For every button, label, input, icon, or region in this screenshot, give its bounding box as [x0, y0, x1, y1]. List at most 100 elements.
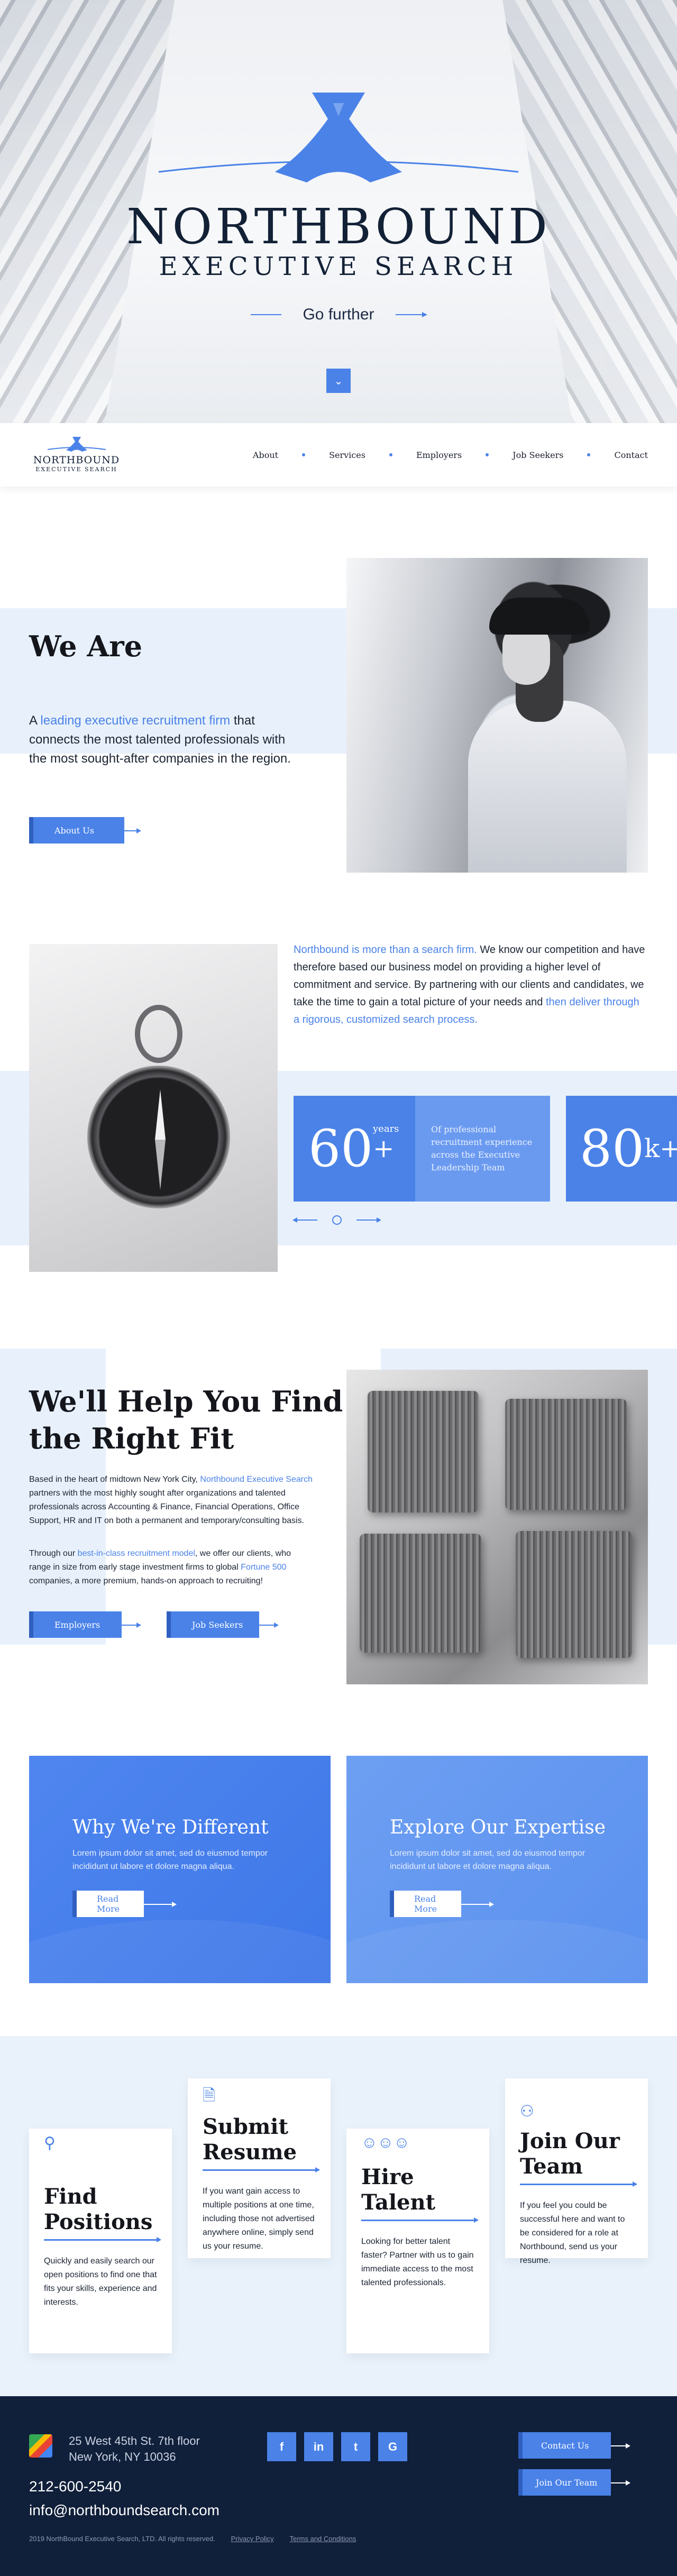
step-underline-arrow-icon	[361, 2217, 479, 2223]
address-line-2: New York, NY 10036	[69, 2450, 176, 2463]
compass-photo	[29, 944, 278, 1272]
step-text: If you want gain access to multiple posi…	[203, 2187, 315, 2251]
footer-address: 25 West 45th St. 7th floor New York, NY …	[69, 2433, 200, 2465]
we-are-section: We Are A leading executive recruitment f…	[0, 487, 677, 941]
step-title: Find Positions	[44, 2184, 153, 2234]
step-hire-talent[interactable]: ☺☺☺ Hire Talent Looking for better talen…	[346, 2129, 489, 2353]
step-text: Quickly and easily search our open posit…	[44, 2257, 157, 2307]
nav-menu: About Services Employers Job Seekers Con…	[253, 450, 648, 460]
we-are-text-pre: A	[29, 713, 41, 728]
feature-cards: Why We're Different Lorem ipsum dolor si…	[0, 1756, 677, 2036]
compass-needle	[155, 1140, 166, 1190]
nav-item-about[interactable]: About	[253, 450, 278, 460]
hero-logo: NORTHBOUND EXECUTIVE SEARCH	[0, 93, 677, 281]
help-link-model[interactable]: best-in-class recruitment model	[78, 1549, 195, 1558]
help-p2-pre: Through our	[29, 1549, 78, 1558]
stat-placements-suffix: k+	[644, 1134, 677, 1163]
help-section: We'll Help You Find the Right Fit Based …	[0, 1349, 677, 1756]
hero-tagline: Go further	[0, 306, 677, 324]
nav-separator-dot	[302, 453, 306, 456]
document-icon: 🗎	[203, 2087, 216, 2104]
help-p2-post: companies, a more premium, hands-on appr…	[29, 1576, 263, 1585]
nav-item-contact[interactable]: Contact	[614, 450, 648, 460]
nav-separator-dot	[587, 453, 591, 456]
map-pin-icon[interactable]	[29, 2434, 52, 2458]
twitter-icon[interactable]: t	[341, 2432, 370, 2461]
main-navigation: NORTHBOUND EXECUTIVE SEARCH About Servic…	[0, 423, 677, 487]
step-underline-arrow-icon	[203, 2167, 320, 2172]
scroll-down-button[interactable]: ⌄	[326, 369, 351, 393]
google-icon[interactable]: G	[378, 2432, 407, 2461]
tagline-line-left	[251, 314, 282, 315]
slider-dot[interactable]	[332, 1215, 342, 1225]
about-section: Northbound is more than a search firm. W…	[0, 941, 677, 1349]
puzzle-piece	[368, 1391, 479, 1512]
join-arrow-icon	[611, 2480, 630, 2486]
hero-brand-subtitle: EXECUTIVE SEARCH	[159, 252, 518, 281]
about-text-highlight: is more than a search firm.	[349, 944, 477, 956]
woman-photo	[346, 558, 648, 873]
help-paragraph-2: Through our best-in-class recruitment mo…	[29, 1547, 315, 1588]
address-line-1: 25 West 45th St. 7th floor	[69, 2434, 200, 2447]
card-text: Lorem ipsum dolor sit amet, sed do eiusm…	[72, 1849, 268, 1871]
help-p1-post: partners with the most highly sought aft…	[29, 1489, 305, 1525]
photo-cap	[489, 598, 590, 635]
chevron-down-icon: ⌄	[334, 375, 343, 387]
footer: 25 West 45th St. 7th floor New York, NY …	[0, 2396, 677, 2576]
step-title: Join Our Team	[520, 2129, 620, 2179]
facebook-icon[interactable]: f	[267, 2432, 296, 2461]
nav-logo-brand: NORTHBOUND	[33, 454, 120, 466]
tagline-arrow-icon	[395, 312, 427, 317]
people-icon: ⚇	[520, 2103, 534, 2120]
help-link-fortune[interactable]: Fortune 500	[241, 1563, 286, 1572]
hero-banner: NORTHBOUND EXECUTIVE SEARCH Go further ⌄	[0, 0, 677, 423]
step-find-positions[interactable]: ⚲ Find Positions Quickly and easily sear…	[29, 2129, 172, 2353]
about-us-button[interactable]: About Us	[29, 817, 124, 844]
we-are-title: We Are	[29, 629, 143, 663]
help-title: We'll Help You Find the Right Fit	[29, 1385, 343, 1455]
help-paragraph-1: Based in the heart of midtown New York C…	[29, 1473, 315, 1528]
about-link-northbound[interactable]: Northbound	[294, 944, 349, 956]
nav-logo-mark	[47, 437, 106, 452]
card-wave	[346, 1920, 648, 1983]
nav-item-employers[interactable]: Employers	[416, 450, 462, 460]
job-seekers-arrow-icon	[259, 1622, 279, 1628]
read-more-arrow-icon	[144, 1902, 177, 1907]
read-more-button[interactable]: Read More	[72, 1891, 144, 1917]
footer-phone[interactable]: 212-600-2540	[29, 2478, 121, 2495]
step-text: Looking for better talent faster? Partne…	[361, 2237, 474, 2287]
help-link-northbound[interactable]: Northbound Executive Search	[200, 1475, 313, 1484]
employers-arrow-icon	[122, 1622, 141, 1628]
help-p1-pre: Based in the heart of midtown New York C…	[29, 1475, 200, 1484]
stats-slider-nav	[292, 1215, 381, 1225]
about-us-arrow-icon	[124, 828, 141, 833]
photo-shirt	[468, 701, 627, 873]
step-underline-arrow-icon	[44, 2237, 161, 2242]
employers-button[interactable]: Employers	[29, 1611, 122, 1638]
step-submit-resume[interactable]: 🗎 Submit Resume If you want gain access …	[188, 2078, 331, 2258]
slider-prev-arrow-icon[interactable]	[292, 1217, 317, 1223]
about-text: Northbound is more than a search firm. W…	[294, 941, 648, 1029]
we-are-link[interactable]: leading executive recruitment firm	[40, 713, 230, 728]
nav-item-job-seekers[interactable]: Job Seekers	[513, 450, 563, 460]
stat-description: Of professional recruitment experience a…	[415, 1096, 550, 1202]
slider-next-arrow-icon[interactable]	[356, 1217, 381, 1223]
contact-us-button[interactable]: Contact Us	[518, 2432, 611, 2459]
stat-placements: 80 k+	[566, 1096, 677, 1202]
footer-email[interactable]: info@northboundsearch.com	[29, 2502, 219, 2519]
stat-years-plus: +	[373, 1134, 395, 1163]
read-more-button[interactable]: Read More	[390, 1891, 461, 1917]
nav-item-services[interactable]: Services	[329, 450, 365, 460]
job-seekers-button[interactable]: Job Seekers	[167, 1611, 259, 1638]
card-title: Explore Our Expertise	[390, 1817, 606, 1838]
join-team-button[interactable]: Join Our Team	[518, 2469, 611, 2496]
card-explore-expertise: Explore Our Expertise Lorem ipsum dolor …	[346, 1756, 648, 1983]
step-join-team[interactable]: ⚇ Join Our Team If you feel you could be…	[505, 2078, 648, 2265]
nav-logo-sub: EXECUTIVE SEARCH	[35, 466, 117, 473]
stat-years: 60 + years	[294, 1096, 415, 1202]
linkedin-icon[interactable]: in	[304, 2432, 333, 2461]
nav-logo[interactable]: NORTHBOUND EXECUTIVE SEARCH	[28, 437, 125, 473]
stat-placements-number: 80	[580, 1119, 645, 1178]
hero-brand-name: NORTHBOUND	[126, 198, 551, 255]
stat-years-unit: years	[373, 1123, 399, 1134]
